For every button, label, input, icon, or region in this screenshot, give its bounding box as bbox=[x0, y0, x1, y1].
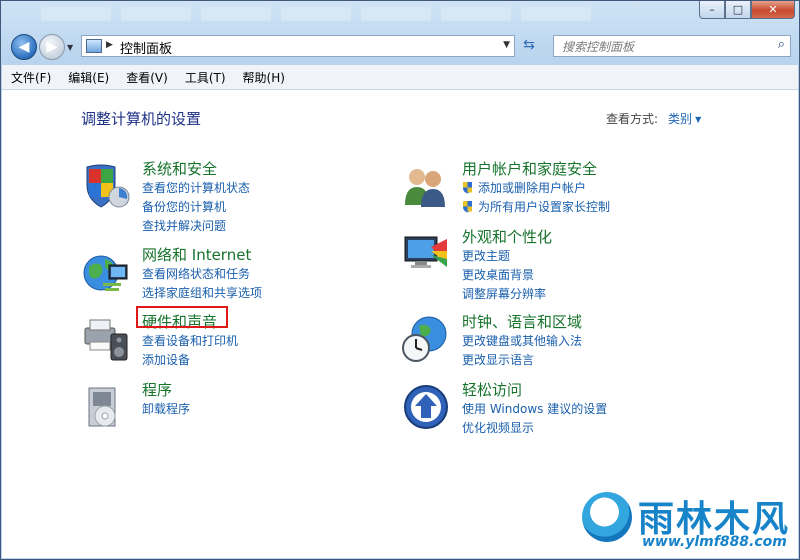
link-parental-controls[interactable]: 为所有用户设置家长控制 bbox=[462, 198, 610, 217]
menu-bar: 文件(F) 编辑(E) 查看(V) 工具(T) 帮助(H) bbox=[2, 65, 798, 90]
main-content: 调整计算机的设置 查看方式: 类别 ▼ 系统和安全 查看您的计算机状态 备份您的计算… bbox=[2, 90, 798, 558]
refresh-button[interactable]: ⇆ bbox=[519, 37, 539, 55]
arrow-right-icon: ▶ bbox=[46, 39, 58, 55]
breadcrumb-control-panel[interactable]: 控制面板 bbox=[120, 38, 172, 57]
search-icon[interactable]: ⌕ bbox=[778, 37, 785, 52]
link-devices-printers[interactable]: 查看设备和打印机 bbox=[142, 332, 238, 351]
breadcrumb-separator-icon[interactable]: ▶ bbox=[106, 40, 113, 50]
address-dropdown-icon[interactable]: ▼ bbox=[503, 40, 510, 50]
blurred-background bbox=[41, 7, 591, 21]
category-title[interactable]: 时钟、语言和区域 bbox=[462, 311, 582, 332]
control-panel-window: – □ ✕ ◀ ▶ ▼ ▶ 控制面板 ▼ ⇆ ⌕ 文件(F) 编辑(E) 查看(… bbox=[0, 0, 800, 560]
refresh-icon: ⇆ bbox=[523, 37, 535, 53]
view-by-label: 查看方式: bbox=[606, 112, 659, 126]
maximize-button[interactable]: □ bbox=[725, 1, 751, 19]
forward-button[interactable]: ▶ bbox=[39, 34, 65, 60]
highlight-box bbox=[136, 306, 228, 328]
view-by-dropdown[interactable]: 类别 bbox=[668, 112, 692, 126]
network-internet-icon bbox=[83, 255, 128, 291]
link-homegroup-sharing[interactable]: 选择家庭组和共享选项 bbox=[142, 284, 262, 303]
watermark-mark-icon bbox=[582, 492, 632, 542]
menu-file[interactable]: 文件(F) bbox=[2, 69, 59, 86]
link-view-computer-status[interactable]: 查看您的计算机状态 bbox=[142, 179, 250, 198]
uac-shield-icon bbox=[463, 201, 472, 213]
category-title: 硬件和声音 bbox=[136, 306, 228, 332]
category-title[interactable]: 网络和 Internet bbox=[142, 244, 251, 265]
category-title[interactable]: 用户帐户和家庭安全 bbox=[462, 158, 597, 179]
control-panel-icon bbox=[86, 39, 102, 53]
link-screen-resolution[interactable]: 调整屏幕分辨率 bbox=[462, 285, 546, 304]
ease-of-access-icon bbox=[404, 385, 448, 429]
clock-language-icon bbox=[402, 316, 447, 362]
page-title: 调整计算机的设置 bbox=[81, 110, 202, 128]
category-title[interactable]: 系统和安全 bbox=[142, 158, 217, 179]
programs-icon bbox=[88, 387, 116, 427]
category-title[interactable]: 轻松访问 bbox=[462, 379, 522, 400]
system-security-icon bbox=[86, 164, 130, 208]
user-accounts-icon bbox=[405, 169, 445, 207]
watermark-logo: 雨林木风 www.ylmf888.com bbox=[580, 490, 800, 560]
view-by: 查看方式: 类别 ▼ bbox=[606, 110, 701, 127]
link-change-theme[interactable]: 更改主题 bbox=[462, 247, 546, 266]
hardware-sound-icon bbox=[84, 319, 128, 361]
back-button[interactable]: ◀ bbox=[11, 34, 37, 60]
category-title[interactable]: 程序 bbox=[142, 379, 172, 400]
menu-help[interactable]: 帮助(H) bbox=[234, 69, 293, 86]
uac-shield-icon bbox=[463, 182, 472, 194]
link-add-device[interactable]: 添加设备 bbox=[142, 351, 238, 370]
link-change-input-method[interactable]: 更改键盘或其他输入法 bbox=[462, 332, 582, 351]
link-optimize-video[interactable]: 优化视频显示 bbox=[462, 419, 607, 438]
window-controls: – □ ✕ bbox=[699, 1, 795, 19]
arrow-left-icon: ◀ bbox=[18, 39, 30, 55]
link-windows-recommended-settings[interactable]: 使用 Windows 建议的设置 bbox=[462, 400, 607, 419]
menu-edit[interactable]: 编辑(E) bbox=[59, 69, 117, 86]
menu-tools[interactable]: 工具(T) bbox=[176, 69, 234, 86]
address-bar[interactable]: ▶ 控制面板 ▼ bbox=[81, 35, 515, 57]
watermark-url: www.ylmf888.com bbox=[642, 534, 787, 550]
search-box[interactable]: ⌕ bbox=[553, 35, 791, 57]
category-title[interactable]: 外观和个性化 bbox=[462, 226, 552, 247]
appearance-icon bbox=[404, 236, 447, 268]
recent-pages-dropdown[interactable]: ▼ bbox=[67, 43, 73, 52]
link-view-network-status[interactable]: 查看网络状态和任务 bbox=[142, 265, 262, 284]
link-uninstall-program[interactable]: 卸载程序 bbox=[142, 400, 190, 419]
close-button[interactable]: ✕ bbox=[751, 1, 795, 19]
link-backup-computer[interactable]: 备份您的计算机 bbox=[142, 198, 250, 217]
link-add-remove-accounts[interactable]: 添加或删除用户帐户 bbox=[462, 179, 610, 198]
link-change-display-language[interactable]: 更改显示语言 bbox=[462, 351, 582, 370]
menu-view[interactable]: 查看(V) bbox=[117, 69, 176, 86]
title-bar[interactable]: – □ ✕ bbox=[1, 1, 800, 31]
link-change-background[interactable]: 更改桌面背景 bbox=[462, 266, 546, 285]
minimize-button[interactable]: – bbox=[699, 1, 725, 19]
navigation-bar: ◀ ▶ ▼ ▶ 控制面板 ▼ ⇆ ⌕ bbox=[1, 31, 799, 63]
dropdown-caret-icon[interactable]: ▼ bbox=[695, 115, 701, 124]
link-troubleshoot[interactable]: 查找并解决问题 bbox=[142, 217, 250, 236]
search-input[interactable] bbox=[560, 37, 764, 57]
